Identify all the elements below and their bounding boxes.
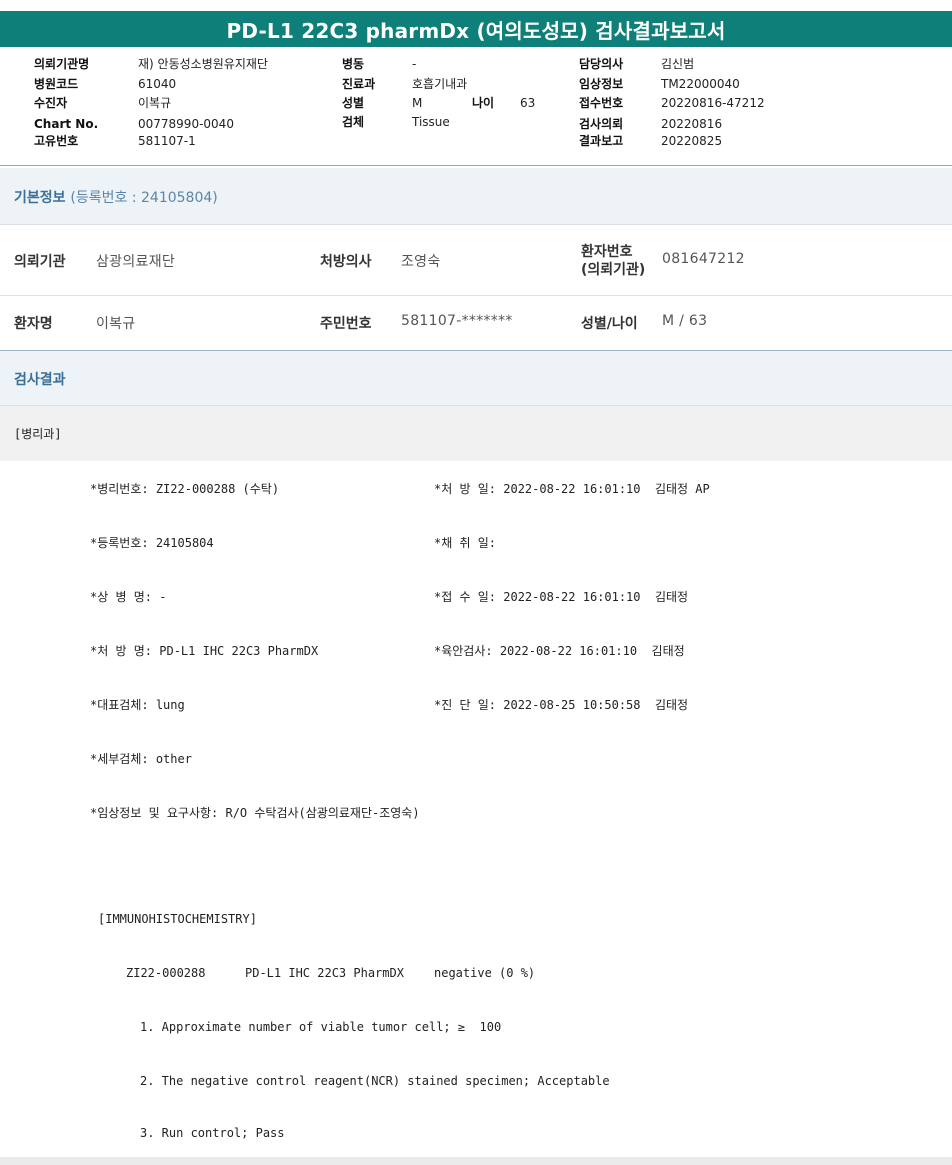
collection-date: *채 취 일: [434, 536, 497, 550]
patient-number-sublabel: (의뢰기관) [581, 262, 646, 278]
receipt-no-value: 20220816-47212 [661, 96, 765, 110]
basic-info-row-1: 의뢰기관 삼광의료재단 처방의사 조영숙 환자번호 (의뢰기관) 0816472… [0, 225, 952, 296]
chart-no-label: Chart No. [34, 117, 99, 131]
ihc-specimen-id: ZI22-000288 [126, 966, 206, 980]
chart-no-value: 00778990-0040 [138, 117, 234, 131]
clinical-info-label: 임상정보 [579, 77, 624, 91]
basic-info-title-text: 기본정보 [14, 190, 66, 206]
prescribing-doctor-value: 조영숙 [401, 254, 441, 270]
prescription-date: *처 방 일: 2022-08-22 16:01:10 김태정 AP [434, 482, 710, 496]
sex-age-value: M / 63 [662, 313, 708, 329]
results-section-header: 검사결과 [0, 351, 952, 406]
ihc-item-1: 1. Approximate number of viable tumor ce… [140, 1020, 502, 1034]
diagnosis-name: *상 병 명: - [90, 590, 167, 604]
ihc-test-name: PD-L1 IHC 22C3 PharmDX [245, 966, 404, 980]
referring-institution-value: 삼광의료재단 [96, 254, 176, 270]
ihc-item-row: 3. Run control; Pass [0, 1109, 952, 1157]
specimen-value: Tissue [412, 115, 450, 129]
ihc-item-3: 3. Run control; Pass [140, 1126, 285, 1140]
basic-info-title: 기본정보 (등록번호 : 24105804) [14, 187, 218, 207]
patient-number-value: 081647212 [662, 251, 745, 267]
gross-exam-date: *육안검사: 2022-08-22 16:01:10 김태정 [434, 644, 685, 658]
patient-name-value: 이복규 [96, 316, 136, 332]
basic-info-section-header: 기본정보 (등록번호 : 24105804) [0, 168, 952, 225]
result-line-row: *상 병 명: - *접 수 일: 2022-08-22 16:01:10 김태… [0, 569, 952, 624]
ihc-item-row: 2. The negative control reagent(NCR) sta… [0, 1055, 952, 1110]
registration-number: (등록번호 : 24105804) [70, 190, 218, 206]
results-title: 검사결과 [14, 372, 66, 388]
ihc-result-row: ZI22-000288 PD-L1 IHC 22C3 PharmDX negat… [0, 947, 952, 1002]
ihc-header: [IMMUNOHISTOCHEMISTRY] [98, 912, 257, 926]
report-title: PD-L1 22C3 pharmDx (여의도성모) 검사결과보고서 [0, 11, 952, 47]
prescribing-doctor-label: 처방의사 [320, 254, 372, 270]
detailed-specimen: *세부검체: other [90, 752, 192, 766]
department-value: 호흡기내과 [412, 77, 468, 91]
patient-label: 수진자 [34, 96, 68, 110]
unique-no-label: 고유번호 [34, 134, 79, 148]
receipt-date: *접 수 일: 2022-08-22 16:01:10 김태정 [434, 590, 689, 604]
resident-number-value: 581107-******* [401, 313, 513, 329]
department-label: 진료과 [342, 77, 376, 91]
basic-info-row-2: 환자명 이복규 주민번호 581107-******* 성별/나이 M / 63 [0, 296, 952, 351]
result-line-row: *병리번호: ZI22-000288 (수탁) *처 방 일: 2022-08-… [0, 461, 952, 516]
test-request-label: 검사의뢰 [579, 117, 624, 131]
pathology-number: *병리번호: ZI22-000288 (수탁) [90, 482, 280, 496]
unique-no-value: 581107-1 [138, 134, 196, 148]
referring-institution-label: 의뢰기관 [14, 254, 66, 270]
resident-number-label: 주민번호 [320, 316, 372, 332]
result-line-row: *등록번호: 24105804 *채 취 일: [0, 515, 952, 570]
header-divider [0, 165, 952, 166]
result-line-row: *대표검체: lung *진 단 일: 2022-08-25 10:50:58 … [0, 677, 952, 732]
hospital-code-value: 61040 [138, 77, 177, 91]
sex-label: 성별 [342, 96, 365, 110]
result-line-row: *세부검체: other [0, 731, 952, 786]
top-strip [0, 0, 952, 8]
ward-label: 병동 [342, 57, 365, 71]
sex-age-label: 성별/나이 [581, 316, 638, 332]
ihc-item-row: 1. Approximate number of viable tumor ce… [0, 1001, 952, 1056]
ihc-item-2: 2. The negative control reagent(NCR) sta… [140, 1074, 610, 1088]
result-line-row: *임상정보 및 요구사항: R/O 수탁검사(삼광의료재단-조영숙) [0, 785, 952, 840]
attending-doctor-value: 김신범 [661, 57, 695, 71]
blank-row [0, 839, 952, 894]
representative-specimen: *대표검체: lung [90, 698, 185, 712]
diagnosis-date: *진 단 일: 2022-08-25 10:50:58 김태정 [434, 698, 689, 712]
prescription-name: *처 방 명: PD-L1 IHC 22C3 PharmDX [90, 644, 319, 658]
clinical-info-requests: *임상정보 및 요구사항: R/O 수탁검사(삼광의료재단-조영숙) [90, 806, 420, 820]
age-label: 나이 [472, 96, 495, 110]
ward-value: - [412, 57, 417, 71]
result-report-value: 20220825 [661, 134, 723, 148]
dept-row: [병리과] [0, 406, 952, 462]
age-value: 63 [520, 96, 536, 110]
patient-number-label: 환자번호 [581, 244, 633, 260]
registration-number-line: *등록번호: 24105804 [90, 536, 214, 550]
result-report-label: 결과보고 [579, 134, 624, 148]
institution-name-label: 의뢰기관명 [34, 57, 90, 71]
ihc-header-row: [IMMUNOHISTOCHEMISTRY] [0, 893, 952, 948]
specimen-label: 검체 [342, 115, 365, 129]
result-line-row: *처 방 명: PD-L1 IHC 22C3 PharmDX *육안검사: 20… [0, 623, 952, 678]
clinical-info-value: TM22000040 [661, 77, 740, 91]
test-request-value: 20220816 [661, 117, 723, 131]
receipt-no-label: 접수번호 [579, 96, 624, 110]
institution-name-value: 재) 안동성소병원유지재단 [138, 57, 268, 71]
pathology-dept-label: [병리과] [14, 427, 62, 441]
sex-value: M [412, 96, 423, 110]
patient-value: 이복규 [138, 96, 172, 110]
patient-name-label: 환자명 [14, 316, 53, 332]
attending-doctor-label: 담당의사 [579, 57, 624, 71]
bottom-scroll-track [0, 1157, 952, 1165]
ihc-result-value: negative (0 %) [434, 966, 536, 980]
hospital-code-label: 병원코드 [34, 77, 79, 91]
